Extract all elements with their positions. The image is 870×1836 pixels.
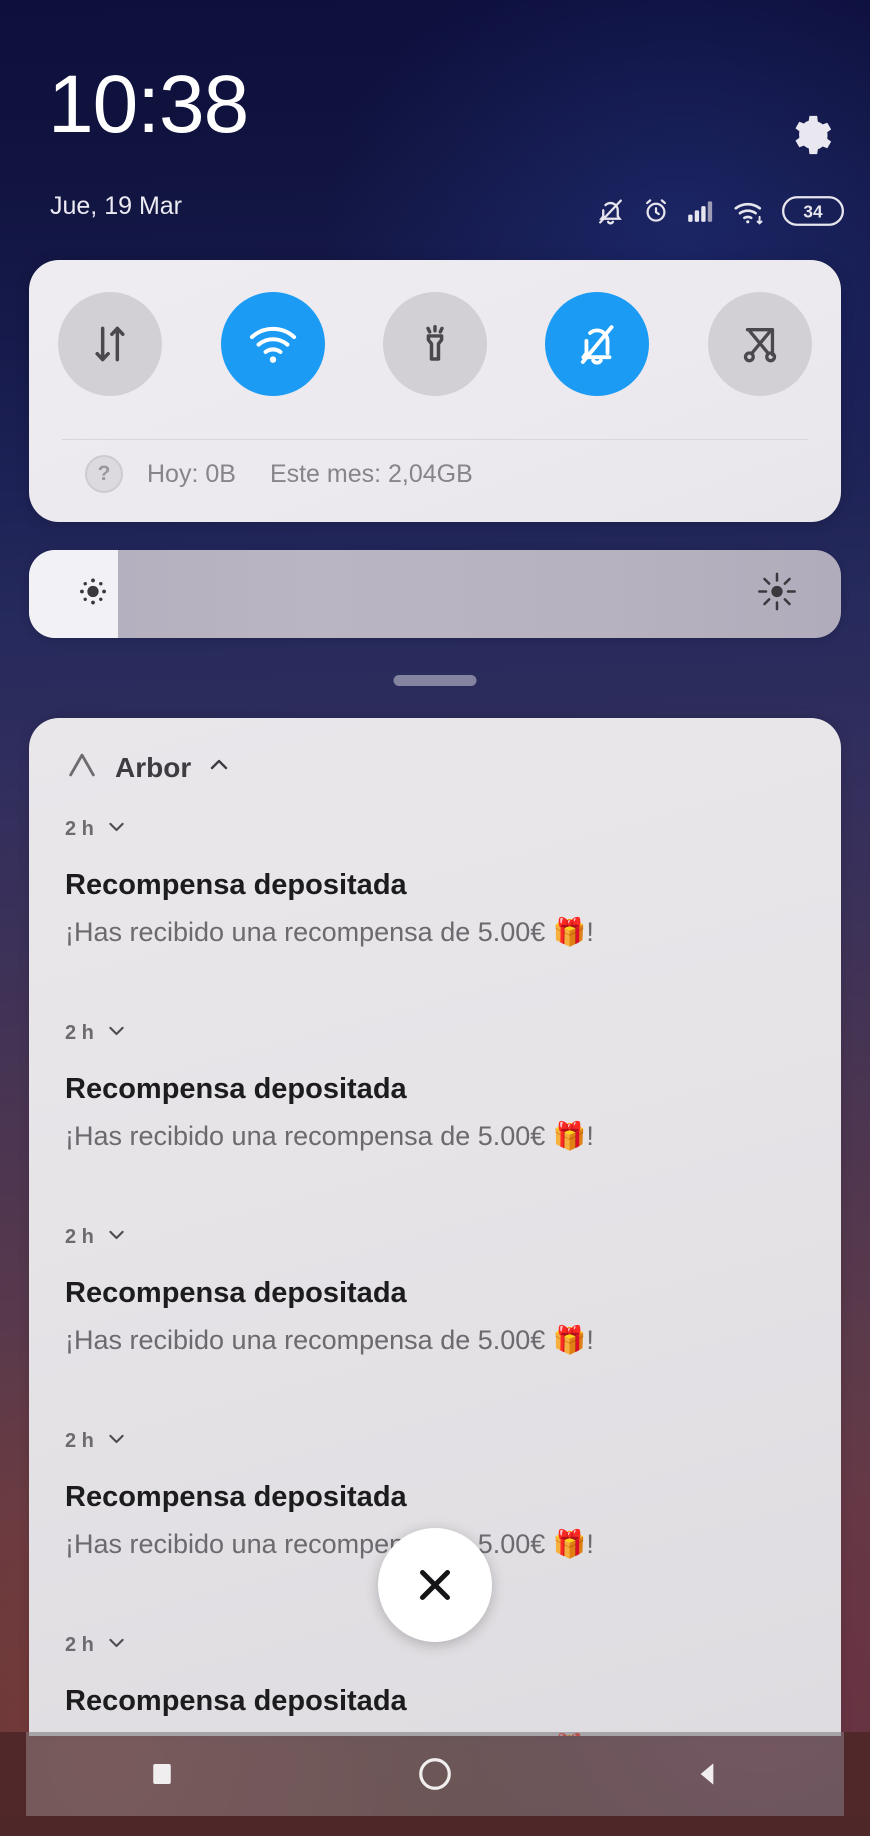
signal-icon [687, 198, 716, 229]
close-icon [420, 1570, 450, 1600]
brightness-low-icon [76, 575, 110, 614]
status-bar-zone: 10:38 Jue, 19 Mar 34 [0, 0, 870, 255]
recents-button[interactable] [102, 1732, 222, 1816]
wifi-icon [733, 198, 765, 230]
notification-title: Recompensa depositada [65, 1685, 407, 1717]
data-usage-today: Hoy: 0B [147, 459, 236, 488]
quick-settings-panel: ? Hoy: 0B Este mes: 2,04GB [29, 260, 841, 522]
toggle-wifi[interactable] [220, 292, 325, 396]
notification-body: ¡Has recibido una recompensa de 5.00€ 🎁! [65, 1325, 594, 1355]
notification-time-row[interactable]: 2 h [65, 1428, 805, 1455]
wifi-icon [249, 326, 296, 363]
notification-item[interactable]: 2 h Recompensa depositada ¡Has recibido … [65, 816, 805, 948]
notification-time-row[interactable]: 2 h [65, 1224, 805, 1251]
notification-app-header[interactable]: Arbor [65, 748, 231, 787]
notification-body: ¡Has recibido una recompensa de 5.00€ 🎁! [65, 917, 594, 947]
toggle-silent[interactable] [545, 292, 650, 396]
clock-date: Jue, 19 Mar [50, 192, 183, 220]
navigation-bar [26, 1732, 844, 1816]
close-notifications-button[interactable] [378, 1528, 492, 1642]
question-icon[interactable]: ? [85, 455, 123, 493]
notification-body: ¡Has recibido una recompensa de 5.00€ 🎁! [65, 1121, 594, 1151]
notification-time: 2 h [65, 818, 94, 840]
quick-settings-divider [62, 439, 808, 440]
gear-icon[interactable] [788, 112, 834, 158]
notification-title: Recompensa depositada [65, 1277, 407, 1309]
data-usage-month: Este mes: 2,04GB [269, 459, 473, 488]
chevron-down-icon[interactable] [106, 1020, 127, 1047]
notification-item[interactable]: 2 h Recompensa depositada ¡Has recibido … [65, 1020, 805, 1152]
notification-title: Recompensa depositada [65, 1073, 407, 1105]
notification-time-row[interactable]: 2 h [65, 816, 805, 843]
scissors-icon [743, 328, 776, 363]
bell-mute-icon [596, 197, 625, 231]
square-icon [153, 1764, 172, 1784]
chevron-down-icon[interactable] [106, 1428, 127, 1455]
battery-level: 34 [803, 201, 823, 221]
notification-title: Recompensa depositada [65, 869, 407, 901]
chevron-down-icon[interactable] [106, 1224, 127, 1251]
notification-app-name: Arbor [115, 751, 192, 783]
chevron-down-icon[interactable] [106, 816, 127, 843]
data-usage-row: ? Hoy: 0B Este mes: 2,04GB [85, 455, 473, 493]
bell-mute-icon [581, 325, 614, 365]
triangle-left-icon [700, 1763, 713, 1785]
toggle-screenshot[interactable] [707, 292, 812, 396]
battery-icon: 34 [782, 196, 844, 231]
brightness-slider[interactable] [29, 550, 841, 638]
notification-time: 2 h [65, 1226, 94, 1248]
arbor-logo-icon [65, 748, 99, 787]
clock-time: 10:38 [48, 59, 249, 150]
notification-time: 2 h [65, 1634, 94, 1656]
alarm-icon [642, 197, 670, 230]
circle-icon [419, 1758, 451, 1790]
chevron-down-icon[interactable] [106, 1632, 127, 1659]
home-button[interactable] [375, 1732, 495, 1816]
notification-item[interactable]: 2 h Recompensa depositada ¡Has recibido … [65, 1224, 805, 1356]
brightness-high-icon [757, 572, 797, 617]
notification-title: Recompensa depositada [65, 1481, 407, 1513]
chevron-up-icon[interactable] [207, 753, 231, 782]
data-transfer-icon [95, 326, 125, 362]
quick-toggles-row [29, 292, 841, 396]
back-button[interactable] [648, 1732, 768, 1816]
notification-time-row[interactable]: 2 h [65, 1020, 805, 1047]
notification-item[interactable]: 2 h Recompensa depositada ¡Has recibido … [65, 1632, 805, 1736]
toggle-flashlight[interactable] [382, 292, 487, 396]
notification-time: 2 h [65, 1022, 94, 1044]
drag-handle[interactable] [393, 675, 477, 686]
status-icons: 34 [596, 196, 844, 231]
bottom-strip [0, 1816, 870, 1836]
notification-time: 2 h [65, 1430, 94, 1452]
toggle-mobile-data[interactable] [58, 292, 163, 396]
flashlight-icon [426, 325, 444, 361]
